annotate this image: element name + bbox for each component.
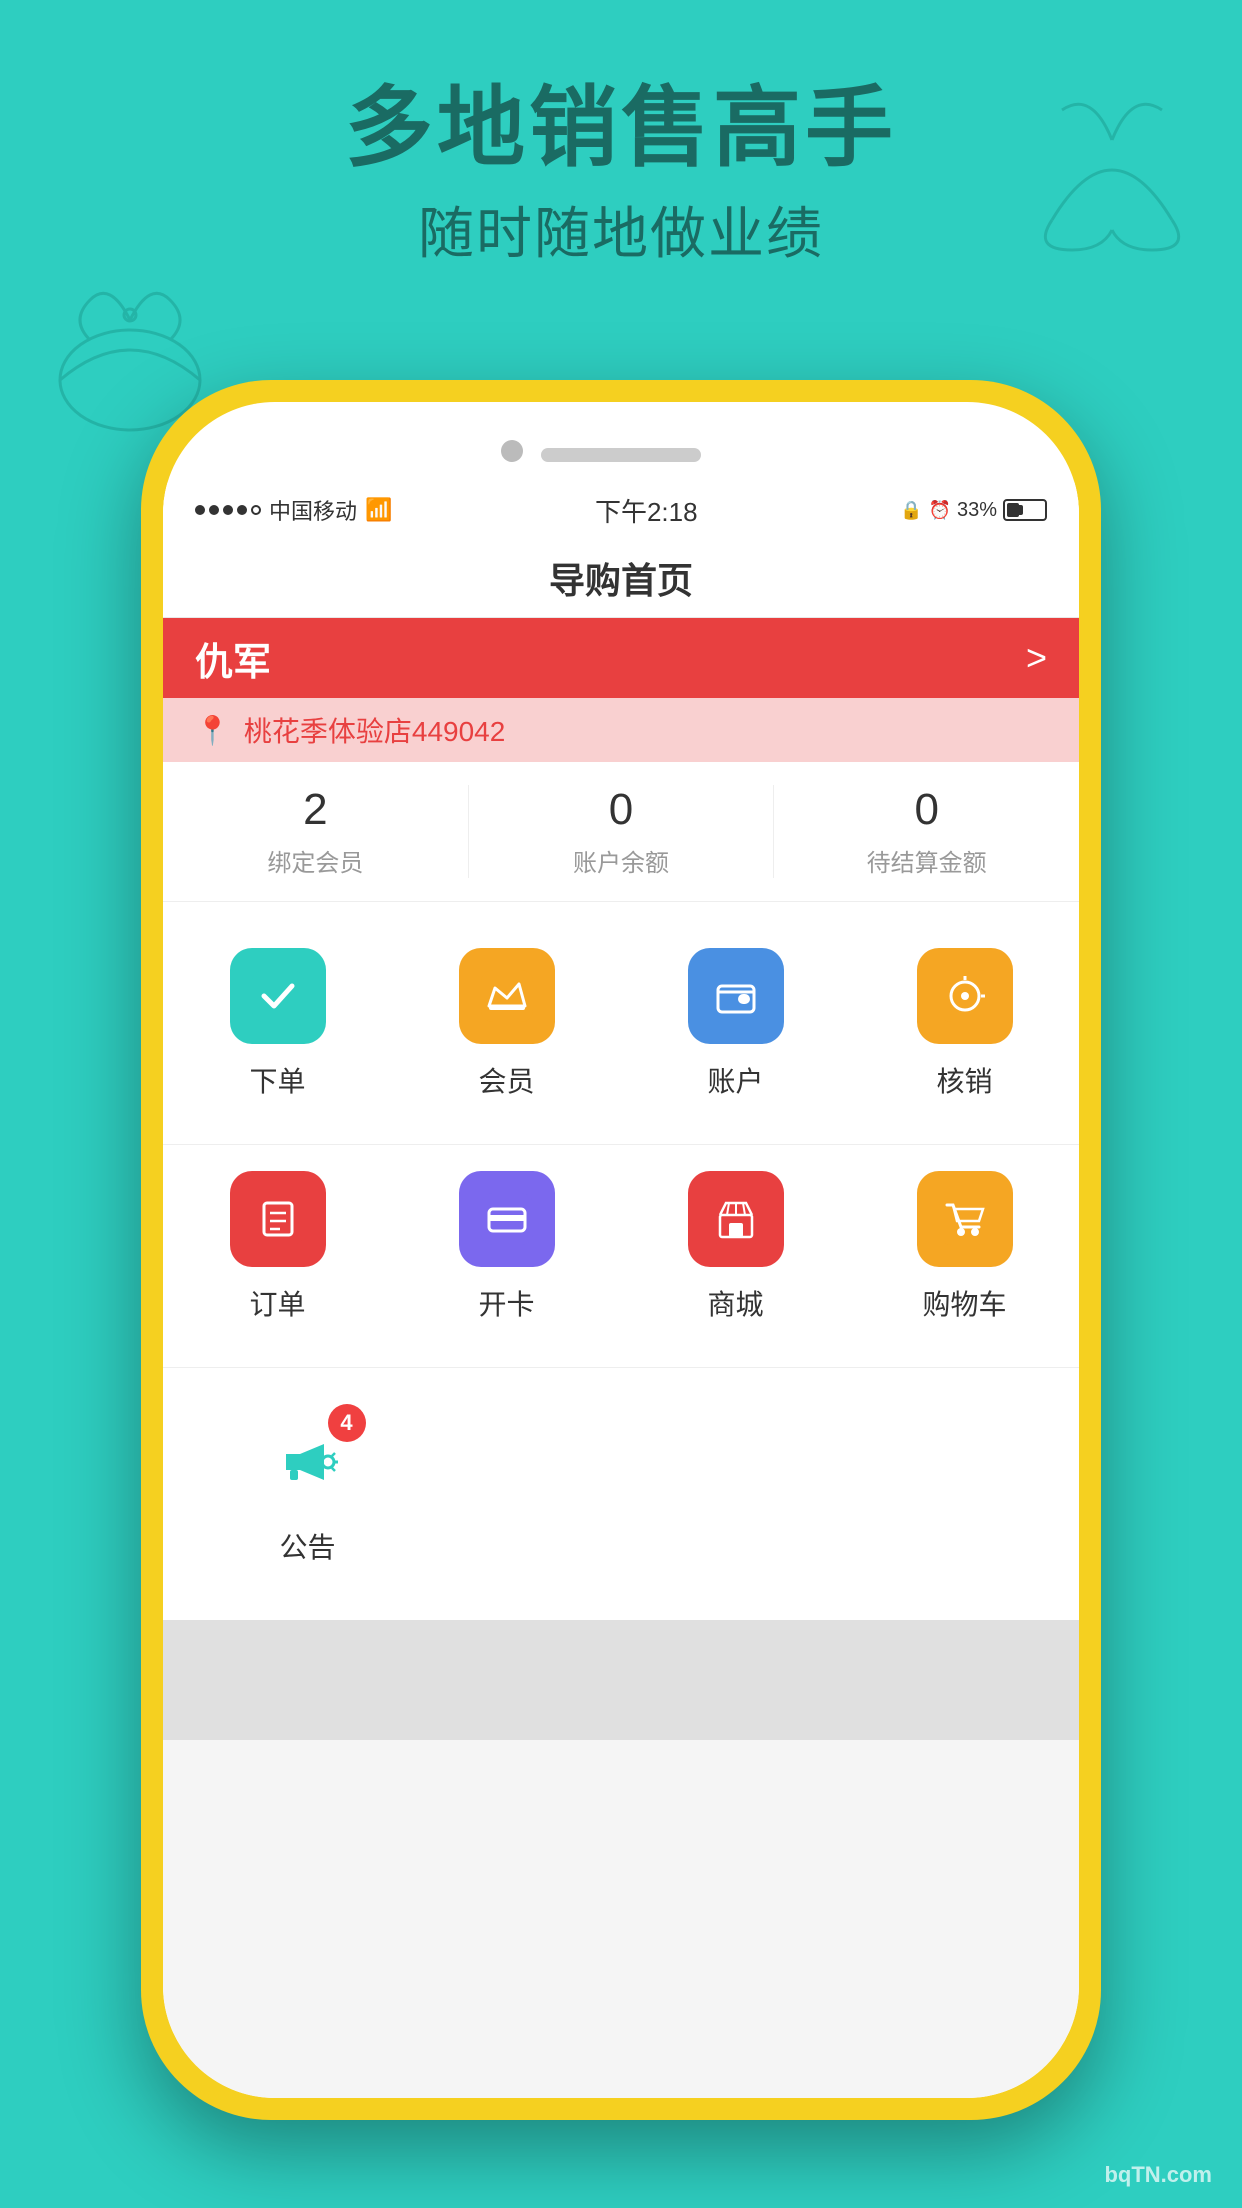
verify-icon (939, 970, 991, 1022)
menu-item-card[interactable]: 开卡 (392, 1155, 621, 1347)
menu-item-cart[interactable]: 购物车 (850, 1155, 1079, 1347)
account-label: 账户 (707, 1060, 763, 1100)
stat-bound-members[interactable]: 2 绑定会员 (163, 785, 468, 878)
battery-fill (1007, 503, 1019, 517)
wallet-icon (710, 970, 762, 1022)
carrier-label: 中国移动 (269, 494, 357, 526)
stat-label-1: 账户余额 (573, 843, 669, 878)
signal-dot-1 (195, 505, 205, 515)
stat-account-balance[interactable]: 0 账户余额 (468, 785, 774, 878)
user-name: 仇军 (195, 631, 271, 686)
account-icon-box (688, 948, 784, 1044)
stat-num-0: 2 (303, 785, 327, 835)
phone-speaker (541, 448, 701, 462)
announce-badge: 4 (328, 1404, 366, 1442)
stat-label-0: 绑定会员 (267, 843, 363, 878)
megaphone-icon (272, 1426, 344, 1498)
card-label: 开卡 (478, 1283, 534, 1323)
cart-icon (939, 1193, 991, 1245)
announce-label: 公告 (279, 1526, 335, 1566)
menu-item-announce[interactable]: 4 公告 (203, 1398, 412, 1590)
signal-dot-5 (251, 505, 261, 515)
menu-item-verify[interactable]: 核销 (850, 932, 1079, 1124)
nav-title: 导购首页 (549, 552, 693, 604)
verify-label: 核销 (936, 1060, 992, 1100)
location-text: 桃花季体验店449042 (244, 710, 505, 750)
announce-icon-wrap: 4 (260, 1414, 356, 1510)
stat-label-2: 待结算金额 (867, 843, 987, 878)
icon-grid-row2: 订单 开卡 (163, 1145, 1079, 1368)
cart-icon-box (917, 1171, 1013, 1267)
orders-icon (252, 1193, 304, 1245)
menu-item-orders[interactable]: 订单 (163, 1155, 392, 1347)
gray-area (163, 1620, 1079, 1740)
signal-dot-3 (223, 505, 233, 515)
phone-outer: 中国移动 📶 下午2:18 🔒 ⏰ 33% (141, 380, 1101, 2120)
nav-bar: 导购首页 (163, 538, 1079, 618)
lock-icon: 🔒 (900, 500, 922, 521)
hero-subtitle: 随时随地做业绩 (0, 189, 1242, 270)
wifi-icon: 📶 (365, 497, 392, 523)
location-icon: 📍 (195, 714, 230, 747)
shop-icon-box (688, 1171, 784, 1267)
battery-tip (1019, 505, 1023, 515)
status-right: 🔒 ⏰ 33% (900, 499, 1047, 522)
stat-num-1: 0 (609, 785, 633, 835)
time-display: 下午2:18 (595, 492, 698, 529)
menu-item-account[interactable]: 账户 (621, 932, 850, 1124)
member-icon-box (459, 948, 555, 1044)
icon-grid-row1: 下单 会员 (163, 902, 1079, 1145)
status-bar: 中国移动 📶 下午2:18 🔒 ⏰ 33% (163, 482, 1079, 538)
red-banner[interactable]: 仇军 > (163, 618, 1079, 698)
order-label: 下单 (249, 1060, 305, 1100)
arrow-icon: > (1026, 637, 1047, 679)
watermark: bqTN.com (1104, 2162, 1212, 2188)
stat-pending-amount[interactable]: 0 待结算金额 (773, 785, 1079, 878)
orders-icon-box (230, 1171, 326, 1267)
crown-icon (481, 970, 533, 1022)
alarm-icon: ⏰ (929, 500, 951, 521)
phone-frame: 中国移动 📶 下午2:18 🔒 ⏰ 33% (141, 380, 1101, 2120)
stat-num-2: 0 (914, 785, 938, 835)
announce-row: 4 公告 (163, 1368, 1079, 1620)
menu-item-order[interactable]: 下单 (163, 932, 392, 1124)
signal-dot-2 (209, 505, 219, 515)
cart-label: 购物车 (922, 1283, 1006, 1323)
stats-row: 2 绑定会员 0 账户余额 0 待结算金额 (163, 762, 1079, 902)
shop-label: 商城 (707, 1283, 763, 1323)
member-label: 会员 (478, 1060, 534, 1100)
verify-icon-box (917, 948, 1013, 1044)
checkmark-icon (252, 970, 304, 1022)
orders-label: 订单 (249, 1283, 305, 1323)
location-bar[interactable]: 📍 桃花季体验店449042 (163, 698, 1079, 762)
shop-icon (710, 1193, 762, 1245)
signal-dots (195, 505, 261, 515)
hero-section: 多地销售高手 随时随地做业绩 (0, 80, 1242, 270)
menu-item-member[interactable]: 会员 (392, 932, 621, 1124)
phone-inner: 中国移动 📶 下午2:18 🔒 ⏰ 33% (163, 402, 1079, 2098)
order-icon-box (230, 948, 326, 1044)
hero-title: 多地销售高手 (0, 80, 1242, 177)
phone-camera (501, 440, 523, 462)
screen: 中国移动 📶 下午2:18 🔒 ⏰ 33% (163, 482, 1079, 2098)
battery-percent: 33% (957, 499, 997, 522)
signal-dot-4 (237, 505, 247, 515)
card-icon (481, 1193, 533, 1245)
card-icon-box (459, 1171, 555, 1267)
menu-item-shop[interactable]: 商城 (621, 1155, 850, 1347)
status-left: 中国移动 📶 (195, 494, 392, 526)
battery-bar (1003, 499, 1047, 521)
